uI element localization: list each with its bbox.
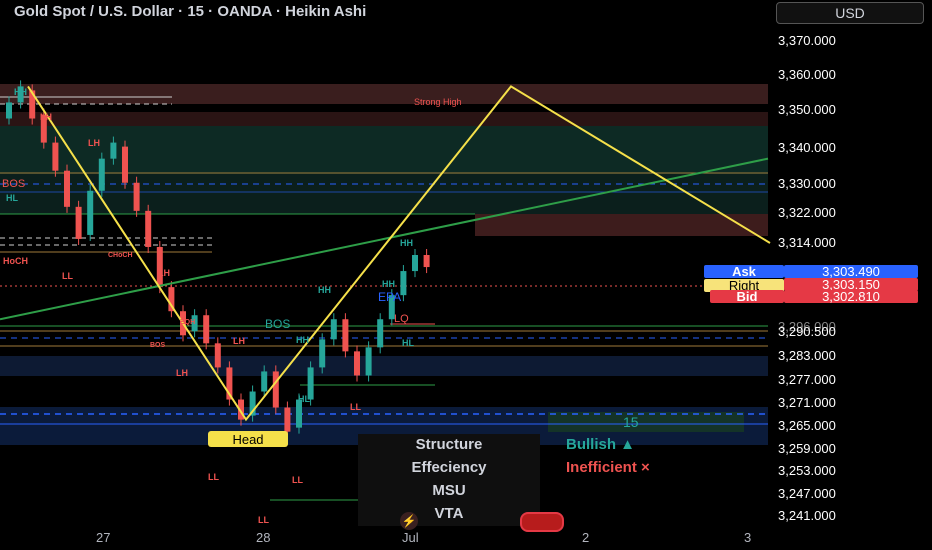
label-lq: LQ [394,313,409,325]
candle-body [330,319,337,340]
candle-body [354,351,360,376]
label-eqh: EQH [180,319,195,326]
price-tick-label: 3,370.000 [778,33,836,48]
price-tick-label: 3,247.000 [778,486,836,501]
candle-body [272,371,279,408]
label-lh: LH [88,138,100,148]
candle-body [284,407,291,432]
price-tick-label: 3,322.000 [778,205,836,220]
label-hh: HH [318,285,331,295]
price-tick-label: 3,290.500 [778,324,836,339]
candle-body [145,210,152,247]
time-label-27: 27 [96,530,111,545]
supply-zone-top [0,112,768,126]
head-label: Head [232,432,263,447]
price-tick-label: 3,360.000 [778,67,836,82]
time-label-jul: Jul [402,530,419,545]
fifteen-box [548,412,744,432]
label-lh: LH [233,336,245,346]
currency-selector-button[interactable]: USD [776,2,924,24]
candle-body [203,315,210,344]
candle-body [365,347,372,376]
candle-body [98,158,105,191]
candle-body [110,142,117,159]
label-hh: HH [400,238,413,248]
label-choch: CHoCH [108,252,133,259]
label-hl: HL [402,338,414,348]
label-hl: HL [298,394,310,404]
bid-label: Bid [710,290,784,303]
label-hh: HH [382,279,395,289]
label-lh: LH [40,112,52,122]
candle-body [423,255,430,268]
strong-high-zone [0,84,768,104]
efficiency-label: Effeciency [411,459,487,476]
label-hoch: HoCH [3,256,28,266]
efficiency-value: Inefficient × [566,459,650,476]
price-tick-label: 3,330.000 [778,176,836,191]
label-fifteen: 15 [623,414,639,430]
lightning-icon[interactable]: ⚡ [400,512,418,530]
time-label-2: 2 [582,530,590,545]
label-lh: LH [158,268,170,278]
candle-body [214,343,221,368]
price-tick-label: 3,259.000 [778,441,836,456]
label-ll: LL [208,472,219,482]
price-tick-label: 3,340.000 [778,140,836,155]
structure-label: Structure [415,436,483,453]
candle-body [377,319,384,348]
label-ll: LL [350,402,361,412]
label-hh: HH [14,87,27,97]
label-hh: HH [296,335,309,345]
msu-label: MSU [432,482,466,499]
vta-label: VTA [434,505,464,522]
demand-zone-upper [0,356,768,376]
candle-body [261,371,268,392]
candle-body [319,339,326,368]
label-bos: BOS [265,317,290,331]
candle-body [400,271,407,296]
candle-body [412,255,418,272]
label-ll: LL [292,475,303,485]
label-epa: EPA [378,290,401,304]
structure-value: Bullish ▲ [566,436,636,453]
supply-zone-mid [475,214,768,236]
price-tick-label: 3,265.000 [778,418,836,433]
label-bos: BOS [2,178,25,190]
label-bos: BOS [150,342,166,349]
price-tick-label: 3,241.000 [778,508,836,523]
candle-body [52,142,59,171]
time-label-3: 3 [744,530,752,545]
ask-label: Ask [704,265,784,278]
price-tick-label: 3,253.000 [778,463,836,478]
bid-price: 3,302.810 [784,290,918,303]
candle-body [87,190,94,235]
flag-icon[interactable] [520,512,564,532]
equilibrium-zone [0,174,768,214]
price-tick-label: 3,277.000 [778,372,836,387]
candle-body [75,206,82,239]
candle-body [342,319,349,352]
time-label-28: 28 [256,530,271,545]
price-tick-label: 3,271.000 [778,395,836,410]
label-hl: HL [6,193,18,203]
price-tick-label: 3,314.000 [778,235,836,250]
chart-title: Gold Spot / U.S. Dollar · 15 · OANDA · H… [14,3,367,20]
label-strong-high: Strong High [414,97,462,107]
label-ll: LL [62,271,73,281]
label-ll: LL [258,515,269,525]
price-tick-label: 3,283.000 [778,348,836,363]
label-lh: LH [176,368,188,378]
candle-body [6,102,12,119]
candle-body [122,146,128,183]
candle-body [64,170,70,207]
candle-body [133,182,140,211]
price-tick-label: 3,350.000 [778,102,836,117]
